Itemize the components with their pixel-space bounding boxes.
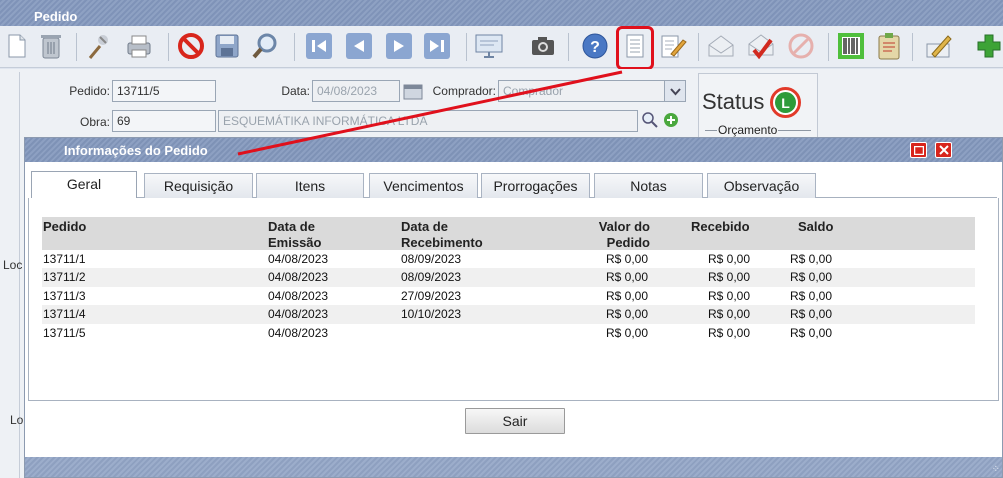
calendar-icon[interactable] xyxy=(403,82,423,100)
orders-table: Pedido Data de Emissão Data de Recebimento… xyxy=(42,217,975,342)
maximize-icon[interactable] xyxy=(910,142,927,158)
col-data-emissao: Data de Emissão xyxy=(268,219,322,250)
table-body: 13711/1 04/08/2023 08/09/2023 R$ 0,00 R$… xyxy=(42,250,975,342)
data-field[interactable]: 04/08/2023 xyxy=(312,80,400,102)
table-row[interactable]: 13711/1 04/08/2023 08/09/2023 R$ 0,00 R$… xyxy=(42,250,975,269)
tab-prorrogacoes[interactable]: Prorrogações xyxy=(481,173,590,198)
col-saldo: Saldo xyxy=(798,219,834,234)
previous-record-icon[interactable] xyxy=(344,31,374,61)
status-badge: L xyxy=(770,87,801,118)
table-row[interactable]: 13711/4 04/08/2023 10/10/2023 R$ 0,00 R$… xyxy=(42,305,975,324)
sair-button[interactable]: Sair xyxy=(465,408,565,434)
save-icon[interactable] xyxy=(212,31,242,61)
dialog-title: Informações do Pedido xyxy=(64,143,208,158)
wizard-icon[interactable] xyxy=(84,31,114,61)
col-recebido: Recebido xyxy=(691,219,750,234)
close-icon[interactable] xyxy=(935,142,952,158)
obra-name-field: ESQUEMÁTIKA INFORMÁTICA LTDA xyxy=(218,110,638,132)
table-row[interactable]: 13711/2 04/08/2023 08/09/2023 R$ 0,00 R$… xyxy=(42,268,975,287)
new-document-icon[interactable] xyxy=(2,31,32,61)
window-title: Pedido xyxy=(0,0,1003,26)
left-label-2: Lo xyxy=(10,413,24,427)
clipboard-icon[interactable] xyxy=(874,31,904,61)
orcamento-label: Orçamento xyxy=(717,123,779,137)
lookup-search-icon[interactable] xyxy=(641,111,659,129)
chevron-down-icon[interactable] xyxy=(664,81,685,101)
add-icon[interactable] xyxy=(974,31,1003,61)
status-label: Status xyxy=(702,89,765,114)
dialog-footer: ⁘ xyxy=(25,457,1002,477)
sign-icon[interactable] xyxy=(924,31,954,61)
trash-icon[interactable] xyxy=(36,31,66,61)
pedido-field[interactable]: 13711/5 xyxy=(112,80,216,102)
printer-icon[interactable] xyxy=(124,31,154,61)
approve-envelope-icon[interactable] xyxy=(706,31,736,61)
add-circle-icon[interactable] xyxy=(663,112,679,128)
tab-vencimentos[interactable]: Vencimentos xyxy=(369,173,478,198)
highlight-annotation xyxy=(616,26,654,70)
edit-note-icon[interactable] xyxy=(658,31,688,61)
col-pedido: Pedido xyxy=(43,219,87,234)
tab-itens[interactable]: Itens xyxy=(256,173,364,198)
comprador-label: Comprador: xyxy=(432,84,496,98)
toolbar: ? xyxy=(0,26,1003,68)
left-label-1: Loc xyxy=(3,258,23,272)
cancel-icon[interactable] xyxy=(176,31,206,61)
geral-panel: Pedido Data de Emissão Data de Recebimento… xyxy=(28,198,999,401)
pedido-label: Pedido: xyxy=(69,84,110,98)
tab-observacao[interactable]: Observação xyxy=(707,173,816,198)
svg-text:?: ? xyxy=(590,39,600,56)
first-record-icon[interactable] xyxy=(304,31,334,61)
tab-requisicao[interactable]: Requisição xyxy=(144,173,253,198)
last-record-icon[interactable] xyxy=(422,31,452,61)
obra-field[interactable]: 69 xyxy=(112,110,216,132)
disapprove-envelope-icon[interactable] xyxy=(746,31,776,61)
help-icon[interactable]: ? xyxy=(580,31,610,61)
tab-notas[interactable]: Notas xyxy=(594,173,703,198)
tab-geral[interactable]: Geral xyxy=(31,171,137,199)
search-icon[interactable] xyxy=(250,31,280,61)
table-header: Pedido Data de Emissão Data de Recebimento… xyxy=(42,217,975,250)
dialog-title-bar[interactable]: Informações do Pedido xyxy=(25,138,1002,162)
preview-icon[interactable] xyxy=(474,31,504,61)
blocked-icon[interactable] xyxy=(786,31,816,61)
resize-grip-icon[interactable]: ⁘ xyxy=(992,464,1000,475)
comprador-select[interactable]: Comprador xyxy=(498,80,686,102)
order-info-dialog: Informações do Pedido Geral Requisição I… xyxy=(24,137,1003,478)
barcode-icon[interactable] xyxy=(836,31,866,61)
data-label: Data: xyxy=(281,84,310,98)
col-data-recebimento: Data de Recebimento xyxy=(401,219,483,250)
status-badge-letter: L xyxy=(775,92,796,113)
obra-label: Obra: xyxy=(79,115,110,129)
table-row[interactable]: 13711/5 04/08/2023 R$ 0,00 R$ 0,00 R$ 0,… xyxy=(42,323,975,342)
camera-icon[interactable] xyxy=(528,31,558,61)
table-row[interactable]: 13711/3 04/08/2023 27/09/2023 R$ 0,00 R$… xyxy=(42,286,975,306)
col-valor-pedido: Valor do Pedido xyxy=(598,219,650,250)
dialog-tabs: Geral Requisição Itens Vencimentos Prorr… xyxy=(31,171,997,199)
status-panel: Status L Orçamento xyxy=(698,73,818,143)
next-record-icon[interactable] xyxy=(384,31,414,61)
